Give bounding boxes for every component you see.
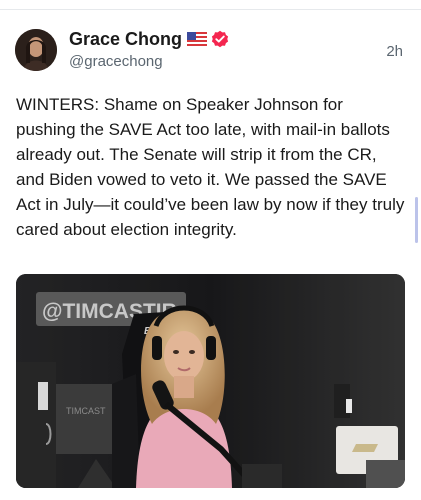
avatar-photo: [15, 29, 57, 71]
post-body: WINTERS: Shame on Speaker Johnson for pu…: [16, 95, 405, 239]
video-thumbnail: @TIMCASTIR TIMCAST BOS: [16, 274, 405, 488]
us-flag-icon: [187, 32, 208, 46]
avatar[interactable]: [15, 29, 57, 71]
speaker-label: TIMCAST: [66, 406, 106, 416]
author-handle[interactable]: @gracechong: [69, 53, 163, 70]
post-timestamp[interactable]: 2h: [386, 43, 403, 60]
author-row: Grace Chong: [69, 27, 229, 51]
post-media[interactable]: @TIMCASTIR TIMCAST BOS: [16, 274, 405, 488]
verified-badge-icon: [211, 30, 229, 48]
top-divider: [0, 9, 421, 10]
author-name[interactable]: Grace Chong: [69, 29, 182, 50]
scrollbar-thumb[interactable]: [415, 197, 418, 243]
